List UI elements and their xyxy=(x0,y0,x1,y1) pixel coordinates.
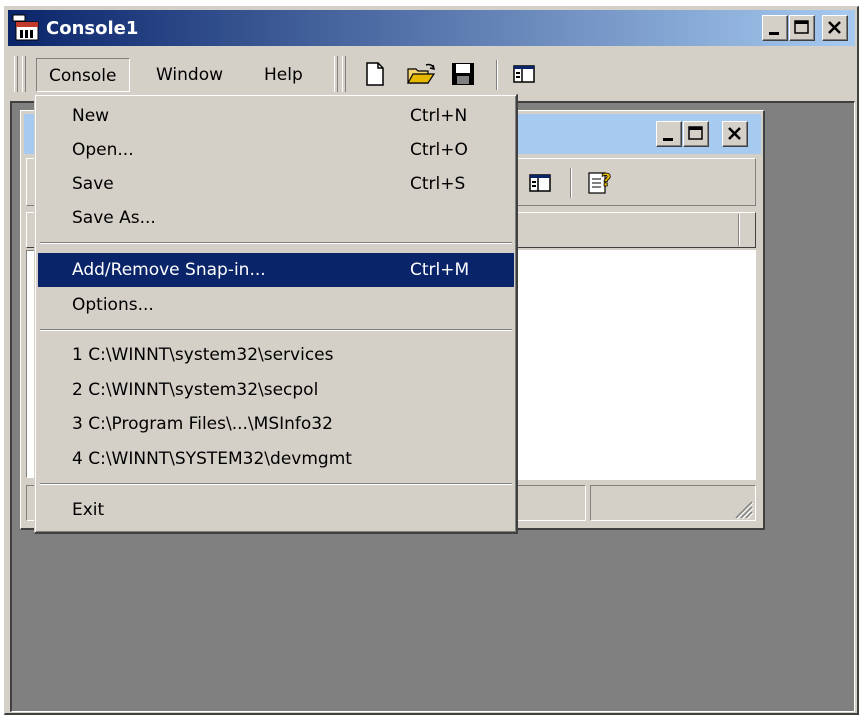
open-button[interactable] xyxy=(406,61,438,87)
show-hide-tree-icon xyxy=(513,65,535,83)
maximize-button[interactable] xyxy=(789,15,815,41)
child-maximize-button[interactable] xyxy=(683,121,709,147)
minimize-icon xyxy=(769,32,779,35)
maximize-icon xyxy=(794,20,809,34)
save-disk-icon xyxy=(452,63,474,85)
menu-separator xyxy=(40,242,512,244)
menubar-grip[interactable] xyxy=(14,56,18,92)
menu-separator xyxy=(40,329,512,331)
child-minimize-button[interactable] xyxy=(656,121,682,147)
close-icon xyxy=(828,21,841,34)
menu-window[interactable]: Window xyxy=(144,58,235,92)
menu-item-recent-4[interactable]: 4 C:\WINNT\SYSTEM32\devmgmt xyxy=(38,442,514,476)
close-button[interactable] xyxy=(822,15,848,41)
menu-separator xyxy=(40,483,512,485)
menu-console[interactable]: Console xyxy=(36,58,130,92)
window-title: Console1 xyxy=(46,18,139,39)
column-header-divider[interactable] xyxy=(738,214,740,246)
close-icon xyxy=(728,127,741,140)
new-document-icon xyxy=(366,62,384,86)
new-document-button[interactable] xyxy=(362,61,388,87)
menu-item-save[interactable]: Save Ctrl+S xyxy=(38,167,514,201)
show-hide-tree-icon xyxy=(529,174,551,192)
menu-item-new[interactable]: New Ctrl+N xyxy=(38,99,514,133)
mmc-app-icon[interactable] xyxy=(12,14,42,42)
menu-item-exit[interactable]: Exit xyxy=(38,493,514,527)
menu-help[interactable]: Help xyxy=(252,58,315,92)
menu-item-recent-1[interactable]: 1 C:\WINNT\system32\services xyxy=(38,338,514,372)
resize-grip-icon[interactable] xyxy=(732,498,754,520)
toolbar-grip[interactable] xyxy=(334,56,338,92)
open-folder-icon xyxy=(406,63,436,84)
minimize-button[interactable] xyxy=(762,15,788,41)
menu-item-save-as[interactable]: Save As... xyxy=(38,201,514,235)
toolbar-separator xyxy=(496,60,498,90)
menu-item-recent-2[interactable]: 2 C:\WINNT\system32\secpol xyxy=(38,373,514,407)
menu-item-options[interactable]: Options... xyxy=(38,288,514,322)
menu-item-recent-3[interactable]: 3 C:\Program Files\...\MSInfo32 xyxy=(38,407,514,441)
child-toolbar-separator xyxy=(570,168,572,198)
child-result-pane[interactable] xyxy=(518,250,756,480)
minimize-icon xyxy=(663,138,673,141)
child-help-button[interactable]: ? xyxy=(586,167,616,197)
show-hide-tree-button[interactable] xyxy=(512,62,538,88)
menu-item-open[interactable]: Open... Ctrl+O xyxy=(38,133,514,167)
save-button[interactable] xyxy=(450,61,476,87)
menu-item-add-remove-snap-in[interactable]: Add/Remove Snap-in... Ctrl+M xyxy=(38,253,514,287)
toolbar-grip-2[interactable] xyxy=(342,56,346,92)
svg-text:?: ? xyxy=(601,170,611,191)
child-show-hide-tree-button[interactable] xyxy=(528,171,554,197)
menubar-grip-2[interactable] xyxy=(22,56,26,92)
maximize-icon xyxy=(688,126,703,140)
child-close-button[interactable] xyxy=(722,121,748,147)
help-icon: ? xyxy=(588,170,612,194)
